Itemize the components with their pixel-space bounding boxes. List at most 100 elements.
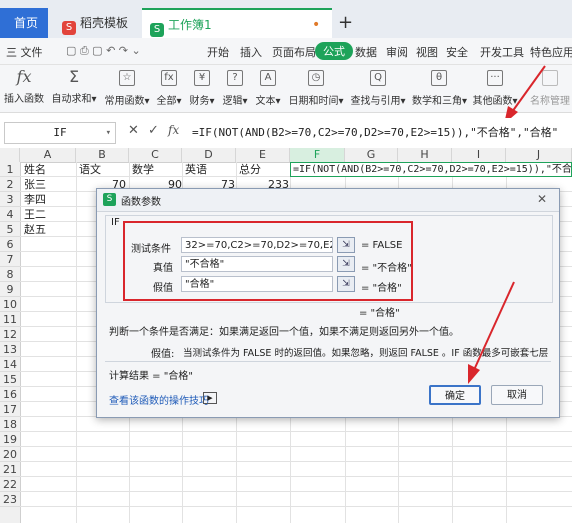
quick-access-icons[interactable]: ▢ ⎙ ▢ ↶ ↷ ⌄ [66,44,141,58]
col-gridline [76,162,77,523]
row-header-14[interactable]: 14 [0,357,20,372]
tab-home[interactable]: 首页 [0,8,48,38]
video-icon[interactable]: ▶ [203,392,217,404]
row-header-6[interactable]: 6 [0,237,20,252]
row-header-19[interactable]: 19 [0,432,20,447]
row-header-11[interactable]: 11 [0,312,20,327]
cell-a5[interactable]: 赵五 [24,223,46,237]
fx-icon[interactable]: fx [168,123,179,137]
tab-workbook[interactable]: S 工作簿1 • [142,8,332,38]
ok-button[interactable]: 确定 [429,385,481,405]
fx-box-icon: fx [161,70,177,86]
ribbon-label: 日期和时间 [288,96,339,107]
annotation-box [123,221,413,301]
menu-security[interactable]: 安全 [446,44,468,60]
cell-f1-active[interactable]: =IF(NOT(AND(B2>=70,C2>=70,D2>=70,E2>=15)… [290,162,572,177]
menu-start[interactable]: 开始 [207,44,229,60]
text-button[interactable]: A 文本▾ [254,67,282,107]
col-a[interactable]: A [20,148,76,162]
autosum-button[interactable]: Σ 自动求和▾ [50,67,98,105]
logic-button[interactable]: ? 逻辑▾ [221,67,249,107]
daoke-icon: S [62,21,76,35]
row-header-22[interactable]: 22 [0,477,20,492]
ribbon-label: 财务 [189,96,210,107]
col-d[interactable]: D [182,148,236,162]
menu-formula[interactable]: 公式 [315,42,353,60]
menu-special[interactable]: 特色应用 [530,44,572,60]
cancel-icon[interactable]: ✕ [128,123,139,138]
ribbon-label: 文本 [255,96,276,107]
all-functions-button[interactable]: fx 全部▾ [155,67,183,107]
col-b[interactable]: B [76,148,129,162]
new-tab-button[interactable]: + [338,12,353,33]
cell-a3[interactable]: 李四 [24,193,46,207]
cell-c1[interactable]: 数学 [132,163,154,177]
row-header-17[interactable]: 17 [0,402,20,417]
row-header-21[interactable]: 21 [0,462,20,477]
col-h[interactable]: H [398,148,452,162]
common-functions-button[interactable]: ☆ 常用函数▾ [103,67,151,107]
row-gridline [20,491,572,492]
select-all-corner[interactable] [0,148,20,162]
formula-input[interactable]: =IF(NOT(AND(B2>=70,C2>=70,D2>=70,E2>=15)… [192,124,558,140]
ribbon-label: 数学和三角 [412,96,462,107]
row-header-15[interactable]: 15 [0,372,20,387]
row-header-10[interactable]: 10 [0,297,20,312]
tab-bar: 首页 S 稻壳模板 S 工作簿1 • + [0,0,572,38]
row-header-16[interactable]: 16 [0,387,20,402]
row-header-12[interactable]: 12 [0,327,20,342]
app-icon: S [103,193,116,206]
ribbon-label: 自动求和 [51,94,92,105]
overall-result: = "合格" [359,308,400,319]
dialog-titlebar: S 函数参数 ✕ [97,189,559,212]
name-box-value: IF [53,126,67,139]
lookup-button[interactable]: Q 查找与引用▾ [350,67,406,107]
chevron-down-icon: ▾ [105,128,111,138]
row-header-7[interactable]: 7 [0,252,20,267]
unsaved-dot-icon: • [312,17,321,33]
dialog-title: 函数参数 [121,197,161,208]
cell-a2[interactable]: 张三 [24,178,46,192]
tab-template[interactable]: S 稻壳模板 [54,8,136,38]
col-j[interactable]: J [506,148,572,162]
menu-page-layout[interactable]: 页面布局 [272,44,316,60]
menu-developer[interactable]: 开发工具 [480,44,524,60]
menu-insert[interactable]: 插入 [240,44,262,60]
row-header-2[interactable]: 2 [0,177,20,192]
col-g[interactable]: G [345,148,398,162]
row-header-8[interactable]: 8 [0,267,20,282]
cell-a1[interactable]: 姓名 [24,163,46,177]
row-header-23[interactable]: 23 [0,492,20,507]
row-header-13[interactable]: 13 [0,342,20,357]
row-header-4[interactable]: 4 [0,207,20,222]
col-i[interactable]: I [452,148,506,162]
cell-d1[interactable]: 英语 [185,163,207,177]
row-header-9[interactable]: 9 [0,282,20,297]
col-c[interactable]: C [129,148,182,162]
confirm-icon[interactable]: ✓ [148,123,159,138]
name-box[interactable]: IF ▾ [4,122,116,144]
row-header-18[interactable]: 18 [0,417,20,432]
row-header-1[interactable]: 1 [0,162,20,177]
row-header-20[interactable]: 20 [0,447,20,462]
text-icon: A [260,70,276,86]
cancel-button[interactable]: 取消 [491,385,543,405]
math-trig-button[interactable]: θ 数学和三角▾ [412,67,467,107]
row-header-3[interactable]: 3 [0,192,20,207]
file-menu[interactable]: 三 文件 [6,44,43,60]
row-header-5[interactable]: 5 [0,222,20,237]
datetime-button[interactable]: ◷ 日期和时间▾ [288,67,344,107]
col-f[interactable]: F [290,148,345,162]
insert-function-button[interactable]: fx 插入函数 [4,67,44,105]
menu-review[interactable]: 审阅 [386,44,408,60]
help-link[interactable]: 查看该函数的操作技巧 [109,392,209,407]
row-gridline [20,506,572,507]
cell-b1[interactable]: 语文 [79,163,101,177]
finance-button[interactable]: ¥ 财务▾ [188,67,216,107]
col-e[interactable]: E [236,148,290,162]
close-icon[interactable]: ✕ [537,192,547,206]
cell-e1[interactable]: 总分 [239,163,261,177]
cell-a4[interactable]: 王二 [24,208,46,222]
menu-view[interactable]: 视图 [416,44,438,60]
menu-data[interactable]: 数据 [355,44,377,60]
